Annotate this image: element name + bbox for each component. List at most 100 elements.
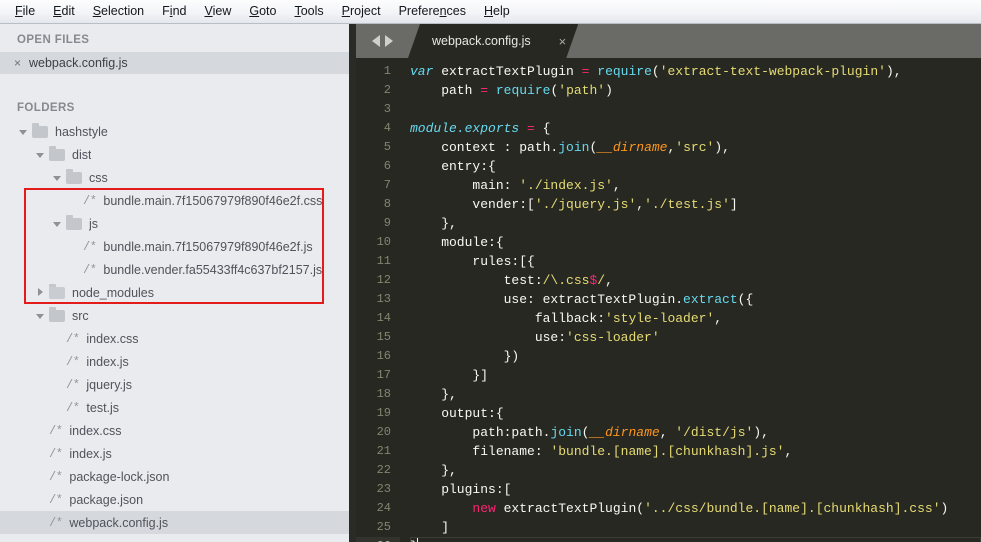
code-line[interactable]: use: extractTextPlugin.extract({ (410, 290, 981, 309)
chevron-down-icon[interactable] (52, 172, 63, 183)
code-line[interactable]: ] (410, 518, 981, 537)
code-line[interactable]: }] (410, 366, 981, 385)
code-line[interactable]: }) (410, 347, 981, 366)
code-line[interactable]: main: './index.js', (410, 176, 981, 195)
tree-file-bundle.main.7f15067979f890f46e2f.css[interactable]: /* bundle.main.7f15067979f890f46e2f.css (0, 189, 349, 212)
code-token-plain: , (636, 197, 645, 212)
tree-file-webpack.config.js[interactable]: /* webpack.config.js (0, 511, 349, 534)
menu-item-view[interactable]: View (195, 1, 240, 22)
code-token-plain: ) (605, 83, 613, 98)
tree-file-package.json[interactable]: /* package.json (0, 488, 349, 511)
folders-header: FOLDERS (17, 102, 75, 114)
code-token-kw: var (410, 64, 434, 79)
open-file-item[interactable]: × webpack.config.js (0, 52, 349, 74)
arrow-left-icon[interactable] (371, 35, 380, 47)
tree-file-bundle.vender.fa55433ff4c637bf2157.js[interactable]: /* bundle.vender.fa55433ff4c637bf2157.js (0, 258, 349, 281)
menu-item-tools[interactable]: Tools (285, 1, 332, 22)
menu-item-project[interactable]: Project (333, 1, 390, 22)
chevron-down-icon[interactable] (52, 218, 63, 229)
code-line[interactable]: context : path.join(__dirname,'src'), (410, 138, 981, 157)
line-number: 4 (383, 121, 391, 135)
menu-item-file[interactable]: File (6, 1, 44, 22)
code-token-plain: }, (410, 387, 457, 402)
tree-item-label: test.js (86, 400, 120, 415)
tree-folder-src[interactable]: src (0, 304, 349, 327)
line-number: 20 (376, 425, 391, 439)
tree-file-index.js[interactable]: /* index.js (0, 350, 349, 373)
code-line[interactable]: use:'css-loader' (410, 328, 981, 347)
tab-nav-arrows[interactable] (356, 24, 408, 58)
code-area[interactable]: 1 2 3 4 5 6 7 8 9 10 11 12 13 14 15 16 17 18 19 20 21 22 23 24 2… (356, 58, 981, 542)
tree-item-label: dist (72, 147, 92, 162)
menu-item-preferences[interactable]: Preferences (390, 1, 475, 22)
code-token-var: __dirname (589, 425, 660, 440)
tree-folder-css[interactable]: css (0, 166, 349, 189)
tree-file-index.css[interactable]: /* index.css (0, 419, 349, 442)
tree-item-label: js (89, 216, 99, 231)
file-icon: /* (66, 331, 80, 346)
menu-mnemonic: n (439, 4, 447, 18)
menu-mnemonic: G (249, 4, 260, 18)
line-number: 26 (356, 537, 400, 542)
chevron-down-icon[interactable] (18, 126, 29, 137)
code-line[interactable]: } (410, 537, 981, 542)
tree-item-label: package.json (69, 492, 144, 507)
code-line[interactable]: test:/\.css$/, (410, 271, 981, 290)
code-line[interactable] (410, 100, 981, 119)
code-line[interactable]: path:path.join(__dirname, '/dist/js'), (410, 423, 981, 442)
menu-item-edit[interactable]: Edit (44, 1, 84, 22)
editor-tab[interactable]: webpack.config.js × (408, 24, 578, 58)
open-file-label: webpack.config.js (29, 56, 128, 70)
tree-folder-hashstyle[interactable]: hashstyle (0, 120, 349, 143)
chevron-down-icon[interactable] (35, 149, 46, 160)
menu-mnemonic: F (15, 4, 23, 18)
code-token-plain: use: (410, 330, 567, 345)
tree-folder-node_modules[interactable]: node_modules (0, 281, 349, 304)
code-token-plain: , (605, 273, 613, 288)
tree-file-package-lock.json[interactable]: /* package-lock.json (0, 465, 349, 488)
tree-item-label: src (72, 308, 89, 323)
editor-pane: webpack.config.js × 1 2 3 4 5 6 7 8 9 10 11 12 13 14 15… (356, 24, 981, 542)
code-line[interactable]: new extractTextPlugin('../css/bundle.[na… (410, 499, 981, 518)
code-line[interactable]: path = require('path') (410, 81, 981, 100)
sidebar-divider[interactable] (349, 24, 356, 542)
code-line[interactable]: fallback:'style-loader', (410, 309, 981, 328)
code-line[interactable]: }, (410, 214, 981, 233)
code-content[interactable]: var extractTextPlugin = require('extract… (400, 58, 981, 542)
code-line[interactable]: filename: 'bundle.[name].[chunkhash].js'… (410, 442, 981, 461)
code-line[interactable]: output:{ (410, 404, 981, 423)
code-token-op: = (527, 121, 535, 136)
tree-file-bundle.main.7f15067979f890f46e2f.js[interactable]: /* bundle.main.7f15067979f890f46e2f.js (0, 235, 349, 258)
code-line[interactable]: plugins:[ (410, 480, 981, 499)
tree-folder-js[interactable]: js (0, 212, 349, 235)
chevron-down-icon[interactable] (35, 310, 46, 321)
code-line[interactable]: module.exports = { (410, 119, 981, 138)
code-line[interactable]: entry:{ (410, 157, 981, 176)
code-line[interactable]: vender:['./jquery.js','./test.js'] (410, 195, 981, 214)
line-number: 25 (376, 520, 391, 534)
menu-item-help[interactable]: Help (475, 1, 519, 22)
code-token-str: 'css-loader' (566, 330, 660, 345)
code-line[interactable]: rules:[{ (410, 252, 981, 271)
code-line[interactable]: }, (410, 461, 981, 480)
sublime-text-window: File Edit Selection Find View Goto Tools Projec… (0, 0, 981, 542)
menu-item-find[interactable]: Find (153, 1, 195, 22)
code-token-plain: output:{ (410, 406, 504, 421)
tree-file-index.css[interactable]: /* index.css (0, 327, 349, 350)
tree-file-index.js[interactable]: /* index.js (0, 442, 349, 465)
close-icon[interactable]: × (14, 57, 29, 69)
tree-file-test.js[interactable]: /* test.js (0, 396, 349, 419)
code-line[interactable]: var extractTextPlugin = require('extract… (410, 62, 981, 81)
tree-file-jquery.js[interactable]: /* jquery.js (0, 373, 349, 396)
menu-mnemonic: V (204, 4, 213, 18)
code-line[interactable]: }, (410, 385, 981, 404)
chevron-right-icon[interactable] (35, 287, 46, 298)
code-token-op: = (480, 83, 489, 98)
menu-item-selection[interactable]: Selection (84, 1, 153, 22)
menu-item-goto[interactable]: Goto (240, 1, 285, 22)
close-icon[interactable]: × (559, 35, 567, 48)
tree-folder-dist[interactable]: dist (0, 143, 349, 166)
arrow-right-icon[interactable] (384, 35, 393, 47)
code-line[interactable]: module:{ (410, 233, 981, 252)
tree-item-label: hashstyle (55, 124, 108, 139)
